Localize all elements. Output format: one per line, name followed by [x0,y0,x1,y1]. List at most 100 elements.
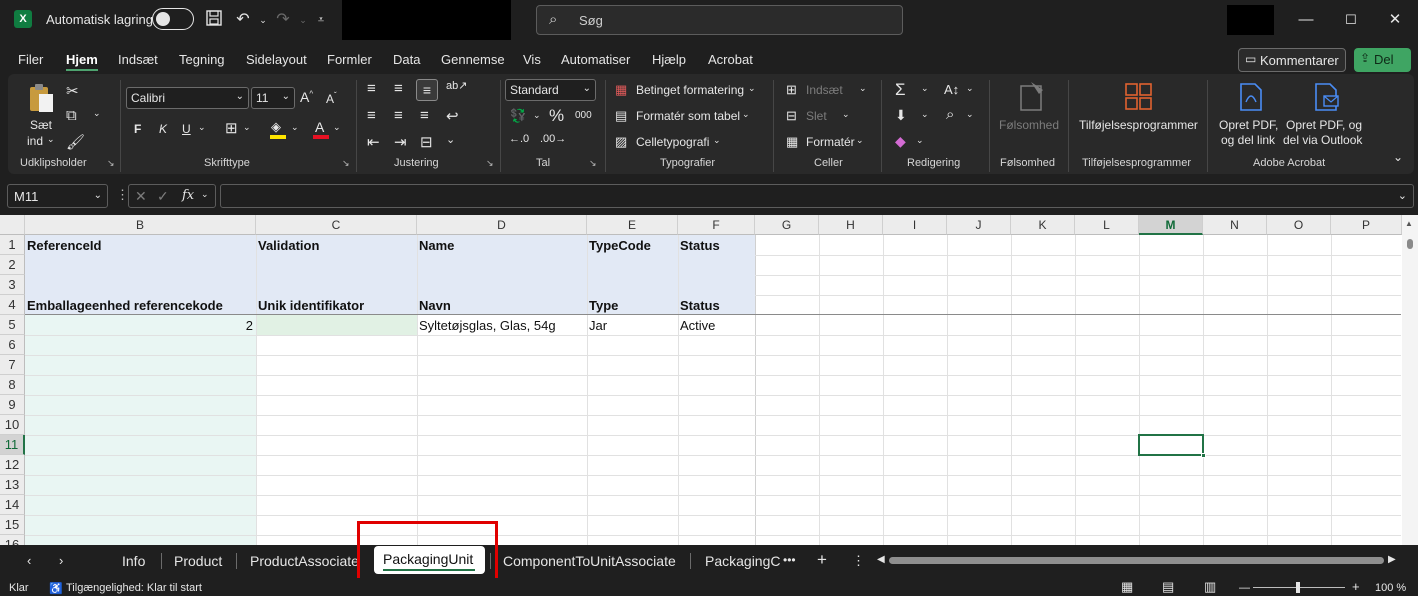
fill-icon[interactable]: ⬇ [895,107,907,124]
merge-center-icon[interactable]: ⊟ [420,133,433,151]
active-cell-m11[interactable] [1138,434,1206,458]
alignment-launcher-icon[interactable]: ↘ [486,158,494,169]
fill-handle[interactable] [1201,453,1206,458]
redo-icon[interactable]: ↷ [272,9,294,31]
font-launcher-icon[interactable]: ↘ [342,158,350,169]
cell-styles-icon[interactable]: ▨ [615,134,627,150]
menu-indsaet[interactable]: Indsæt [118,52,158,67]
column-header-e[interactable]: E [587,215,678,235]
paste-label[interactable]: Sæt [30,118,52,132]
underline-button[interactable]: U [182,122,191,136]
insert-function-icon[interactable]: fx [182,188,194,203]
zoom-in-icon[interactable]: + [1352,579,1360,594]
borders-dropdown-icon[interactable]: ⌄ [243,122,251,133]
borders-icon[interactable]: ⊞ [225,119,238,137]
sheet-tab-packagingc[interactable]: PackagingC [705,553,781,569]
vertical-scroll-thumb[interactable] [1407,239,1413,249]
zoom-out-icon[interactable]: — [1239,582,1250,594]
align-middle-icon[interactable]: ≡ [394,80,403,97]
paste-icon[interactable] [27,82,55,114]
align-top-icon[interactable]: ≡ [367,80,376,97]
spreadsheet-grid[interactable]: B C D E F G H I J K L M N O P 1 2 3 4 5 … [0,215,1418,545]
create-pdf-outlook-icon[interactable] [1312,82,1340,112]
row-header-10[interactable]: 10 [0,415,25,435]
fill-dropdown-icon[interactable]: ⌄ [921,109,929,120]
align-center-icon[interactable]: ≡ [394,107,403,124]
accessibility-icon[interactable]: ♿ [49,582,63,595]
decrease-font-icon[interactable]: Aˇ [326,91,337,106]
cut-icon[interactable]: ✂ [66,82,79,100]
paste-label-2[interactable]: ind [27,134,43,148]
accounting-format-icon[interactable]: 💱 [510,108,526,124]
column-header-l[interactable]: L [1075,215,1139,235]
column-header-j[interactable]: J [947,215,1011,235]
menu-gennemse[interactable]: Gennemse [441,52,505,67]
row-header-13[interactable]: 13 [0,475,25,495]
autosum-icon[interactable]: Σ [895,80,906,100]
decrease-indent-icon[interactable]: ⇤ [367,133,380,151]
format-as-table-button[interactable]: Formatér som tabel [636,109,740,123]
addins-icon[interactable] [1124,82,1154,112]
column-header-d[interactable]: D [417,215,587,235]
font-color-dropdown-icon[interactable]: ⌄ [333,122,341,133]
font-size-dropdown[interactable]: 11 ⌄ [251,87,295,109]
increase-decimal-icon[interactable]: ←.0 [509,133,529,145]
create-pdf-outlook-label-1[interactable]: Opret PDF, og [1286,118,1362,132]
copy-dropdown-icon[interactable]: ⌄ [93,108,101,119]
column-header-f[interactable]: F [678,215,755,235]
copy-icon[interactable]: ⧉ [66,107,77,124]
cell-d5[interactable]: Syltetøjsglas, Glas, 54g [419,318,556,333]
row-header-11[interactable]: 11 [0,435,25,455]
autosave-toggle[interactable] [152,8,194,30]
autosum-dropdown-icon[interactable]: ⌄ [921,83,929,94]
undo-dropdown-icon[interactable]: ⌄ [252,9,274,31]
find-dropdown-icon[interactable]: ⌄ [966,109,974,120]
row-header-16[interactable]: 16 [0,535,25,545]
column-header-g[interactable]: G [755,215,819,235]
conditional-formatting-button[interactable]: Betinget formatering [636,83,744,97]
column-header-p[interactable]: P [1331,215,1402,235]
row-header-9[interactable]: 9 [0,395,25,415]
column-header-n[interactable]: N [1203,215,1267,235]
normal-view-icon[interactable]: ▦ [1121,579,1133,595]
account-avatar[interactable] [1227,5,1274,35]
sort-filter-icon[interactable]: A↕ [944,82,959,97]
thousands-button[interactable]: 000 [575,110,592,121]
create-pdf-link-label-2[interactable]: og del link [1221,133,1275,147]
cell-b5[interactable]: 2 [25,318,253,333]
conditional-formatting-icon[interactable]: ▦ [615,82,627,98]
menu-sidelayout[interactable]: Sidelayout [246,52,307,67]
cell-c1[interactable]: Validation [258,238,319,253]
menu-hjaelp[interactable]: Hjælp [652,52,686,67]
cell-styles-button[interactable]: Celletypografi [636,135,709,149]
underline-dropdown-icon[interactable]: ⌄ [198,122,206,133]
row-header-4[interactable]: 4 [0,295,25,315]
cell-e1[interactable]: TypeCode [589,238,651,253]
search-box[interactable]: ⌕ Søg [536,5,903,35]
tab-options-icon[interactable]: ⋮ [852,553,865,569]
font-name-dropdown[interactable]: Calibri ⌄ [126,87,249,109]
close-icon[interactable]: ✕ [1383,8,1407,32]
orientation-icon[interactable]: ab↗ [446,79,467,92]
number-format-dropdown[interactable]: Standard ⌄ [505,79,596,101]
cell-f4[interactable]: Status [680,298,720,313]
row-header-14[interactable]: 14 [0,495,25,515]
cell-b1[interactable]: ReferenceId [27,238,101,253]
row-header-7[interactable]: 7 [0,355,25,375]
format-as-table-icon[interactable]: ▤ [615,108,627,124]
increase-indent-icon[interactable]: ⇥ [394,133,407,151]
minimize-icon[interactable]: — [1294,8,1318,32]
menu-formler[interactable]: Formler [327,52,372,67]
zoom-slider-thumb[interactable] [1296,582,1300,593]
fill-color-dropdown-icon[interactable]: ⌄ [291,122,299,133]
hscroll-right-icon[interactable]: ▶ [1388,554,1396,565]
save-icon[interactable] [203,9,225,31]
italic-button[interactable]: K [159,122,167,136]
sheet-tab-info[interactable]: Info [122,553,145,569]
zoom-level[interactable]: 100 % [1375,582,1406,594]
column-header-h[interactable]: H [819,215,883,235]
create-pdf-outlook-label-2[interactable]: del via Outlook [1283,133,1362,147]
clipboard-launcher-icon[interactable]: ↘ [107,158,115,169]
menu-tegning[interactable]: Tegning [179,52,225,67]
page-layout-view-icon[interactable]: ▤ [1162,579,1174,595]
